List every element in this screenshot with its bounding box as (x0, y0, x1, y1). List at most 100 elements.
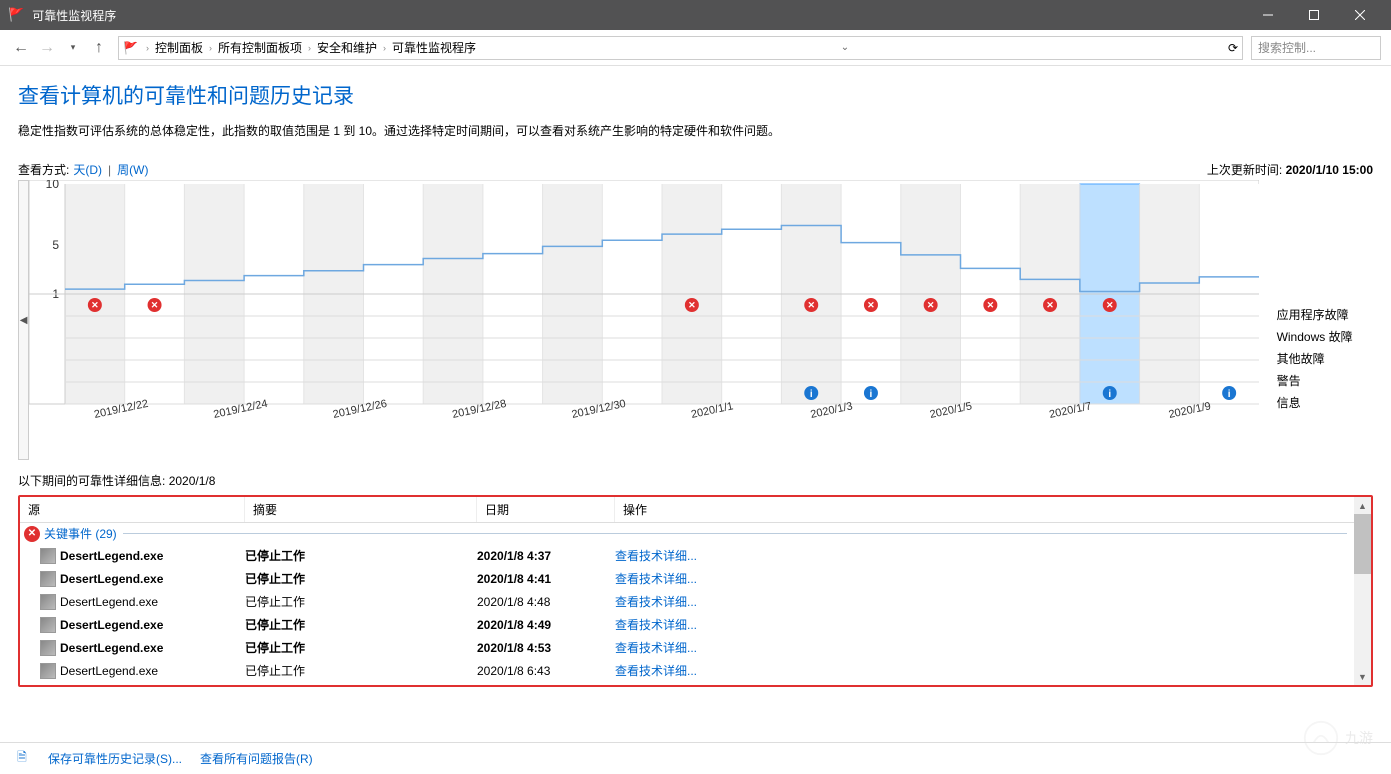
breadcrumb[interactable]: 🚩 › 控制面板 › 所有控制面板项 › 安全和维护 › 可靠性监视程序 ⌄ ⟳ (118, 36, 1243, 60)
table-row[interactable]: DesertLegend.exe 已停止工作 2020/1/8 4:41 查看技… (20, 567, 1371, 590)
row-source: DesertLegend.exe (60, 549, 163, 563)
row-summary: 已停止工作 (245, 593, 477, 610)
svg-text:✕: ✕ (927, 300, 935, 310)
forward-button[interactable]: → (36, 37, 58, 59)
footer-bar: 🗎 保存可靠性历史记录(S)... 查看所有问题报告(R) (0, 742, 1391, 774)
svg-text:10: 10 (46, 180, 60, 191)
table-row[interactable]: DesertLegend.exe 已停止工作 2020/1/8 4:49 查看技… (20, 613, 1371, 636)
app-icon (40, 617, 56, 633)
last-update: 上次更新时间: 2020/1/10 15:00 (1207, 161, 1373, 178)
breadcrumb-dropdown[interactable]: ⌄ (841, 42, 849, 53)
maximize-button[interactable] (1291, 0, 1337, 30)
legend-info: 信息 (1277, 392, 1373, 414)
svg-text:i: i (1109, 389, 1112, 400)
svg-text:i: i (810, 389, 813, 400)
grid-header: 源 摘要 日期 操作 (20, 497, 1371, 523)
window-title: 可靠性监视程序 (32, 7, 116, 24)
row-source: DesertLegend.exe (60, 641, 163, 655)
row-date: 2020/1/8 4:41 (477, 572, 615, 586)
row-date: 2020/1/8 4:53 (477, 641, 615, 655)
group-critical-events[interactable]: ✕ 关键事件 (29) ▲ (20, 523, 1371, 544)
col-date[interactable]: 日期 (477, 497, 615, 522)
page-description: 稳定性指数可评估系统的总体稳定性，此指数的取值范围是 1 到 10。通过选择特定… (18, 122, 1373, 139)
view-day-link[interactable]: 天(D) (73, 161, 102, 178)
breadcrumb-item[interactable]: 安全和维护 (317, 39, 377, 56)
breadcrumb-flag-icon: 🚩 (123, 41, 138, 55)
view-toolbar: 查看方式: 天(D) | 周(W) 上次更新时间: 2020/1/10 15:0… (18, 161, 1373, 178)
svg-text:✕: ✕ (867, 300, 875, 310)
row-action-link[interactable]: 查看技术详细... (615, 639, 697, 656)
scroll-thumb[interactable] (1354, 514, 1371, 574)
separator: | (108, 163, 111, 177)
row-action-link[interactable]: 查看技术详细... (615, 662, 697, 679)
svg-text:✕: ✕ (91, 300, 99, 310)
event-legend: 应用程序故障 Windows 故障 其他故障 警告 信息 (1271, 180, 1373, 460)
reliability-chart: ◀ 1510✕✕✕✕✕✕✕✕✕iiii2019/12/222019/12/242… (18, 180, 1373, 460)
save-icon: 🗎 (14, 751, 30, 767)
legend-app-fail: 应用程序故障 (1277, 304, 1373, 326)
svg-text:✕: ✕ (1047, 300, 1055, 310)
col-source[interactable]: 源 (20, 497, 245, 522)
app-icon (40, 548, 56, 564)
row-summary: 已停止工作 (245, 547, 477, 564)
svg-text:5: 5 (53, 238, 60, 252)
recent-dropdown[interactable]: ▾ (62, 37, 84, 59)
view-week-link[interactable]: 周(W) (117, 161, 148, 178)
legend-other-fail: 其他故障 (1277, 348, 1373, 370)
col-action[interactable]: 操作 (615, 497, 1371, 522)
svg-text:i: i (870, 389, 873, 400)
breadcrumb-item[interactable]: 控制面板 (155, 39, 203, 56)
app-icon (40, 640, 56, 656)
svg-text:✕: ✕ (151, 300, 159, 310)
row-summary: 已停止工作 (245, 662, 477, 679)
scroll-up-button[interactable]: ▲ (1354, 497, 1371, 514)
minimize-button[interactable] (1245, 0, 1291, 30)
chevron-right-icon: › (209, 43, 212, 53)
chevron-right-icon: › (308, 43, 311, 53)
refresh-button[interactable]: ⟳ (1222, 41, 1238, 55)
search-placeholder: 搜索控制... (1258, 39, 1316, 56)
app-flag-icon: 🚩 (8, 7, 24, 23)
chevron-right-icon: › (146, 43, 149, 53)
table-row[interactable]: DesertLegend.exe 已停止工作 2020/1/8 4:48 查看技… (20, 590, 1371, 613)
search-input[interactable]: 搜索控制... (1251, 36, 1381, 60)
table-row[interactable]: DesertLegend.exe 已停止工作 2020/1/8 4:53 查看技… (20, 636, 1371, 659)
breadcrumb-item[interactable]: 所有控制面板项 (218, 39, 302, 56)
legend-win-fail: Windows 故障 (1277, 326, 1373, 348)
chart-canvas[interactable]: 1510✕✕✕✕✕✕✕✕✕iiii2019/12/222019/12/24201… (29, 180, 1259, 460)
vertical-scrollbar[interactable]: ▲ ▼ (1354, 497, 1371, 685)
app-icon (40, 571, 56, 587)
error-icon: ✕ (24, 526, 40, 542)
view-label: 查看方式: (18, 161, 69, 178)
row-summary: 已停止工作 (245, 616, 477, 633)
view-all-reports-link[interactable]: 查看所有问题报告(R) (200, 750, 313, 767)
row-summary: 已停止工作 (245, 639, 477, 656)
row-source: DesertLegend.exe (60, 618, 163, 632)
breadcrumb-item[interactable]: 可靠性监视程序 (392, 39, 476, 56)
row-action-link[interactable]: 查看技术详细... (615, 616, 697, 633)
scroll-down-button[interactable]: ▼ (1354, 668, 1371, 685)
row-action-link[interactable]: 查看技术详细... (615, 547, 697, 564)
col-summary[interactable]: 摘要 (245, 497, 477, 522)
table-row[interactable]: DesertLegend.exe 已停止工作 2020/1/8 6:43 查看技… (20, 659, 1371, 682)
row-summary: 已停止工作 (245, 570, 477, 587)
save-history-link[interactable]: 保存可靠性历史记录(S)... (48, 750, 182, 767)
row-source: DesertLegend.exe (60, 664, 158, 678)
row-action-link[interactable]: 查看技术详细... (615, 570, 697, 587)
close-button[interactable] (1337, 0, 1383, 30)
svg-text:✕: ✕ (987, 300, 995, 310)
svg-text:i: i (1228, 389, 1231, 400)
page-title: 查看计算机的可靠性和问题历史记录 (18, 80, 1373, 110)
row-date: 2020/1/8 4:49 (477, 618, 615, 632)
svg-text:✕: ✕ (808, 300, 816, 310)
back-button[interactable]: ← (10, 37, 32, 59)
group-label[interactable]: 关键事件 (29) (44, 525, 117, 542)
table-row[interactable]: DesertLegend.exe 已停止工作 2020/1/8 4:37 查看技… (20, 544, 1371, 567)
scroll-left-button[interactable]: ◀ (18, 180, 29, 460)
row-source: DesertLegend.exe (60, 595, 158, 609)
up-button[interactable]: ↑ (88, 37, 110, 59)
row-action-link[interactable]: 查看技术详细... (615, 593, 697, 610)
svg-text:✕: ✕ (688, 300, 696, 310)
detail-header: 以下期间的可靠性详细信息: 2020/1/8 (18, 466, 1373, 495)
row-date: 2020/1/8 4:37 (477, 549, 615, 563)
